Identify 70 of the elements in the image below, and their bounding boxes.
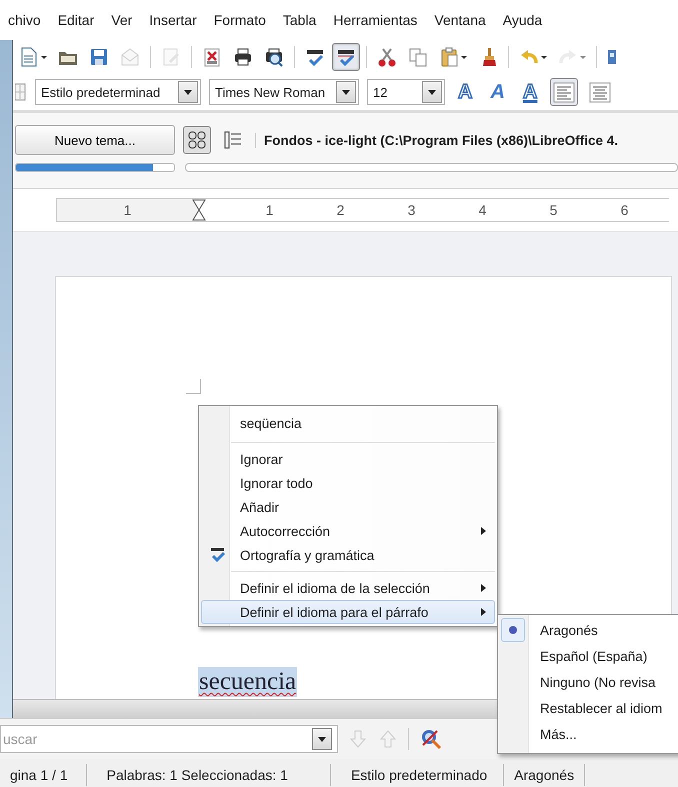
menu-item[interactable]: Ver xyxy=(103,12,142,28)
ruler-number: 3 xyxy=(406,202,416,218)
submenu-arrow-icon xyxy=(481,527,486,535)
status-text: Palabras: 1 Seleccionadas: 1 xyxy=(86,764,331,786)
dropdown-arrow-icon xyxy=(428,90,436,94)
new-theme-button[interactable]: Nuevo tema... xyxy=(15,125,175,155)
menu-item[interactable]: Añadir xyxy=(201,495,495,519)
format-button[interactable]: A xyxy=(453,80,478,104)
menu-item[interactable]: Español (España) xyxy=(498,643,678,669)
menu-item[interactable]: Ayuda xyxy=(494,12,552,28)
menu-item[interactable]: Ventana xyxy=(426,12,495,28)
dropdown-arrow-icon xyxy=(184,90,192,94)
dropdown-arrow-icon xyxy=(318,736,326,742)
ruler-number: 1 xyxy=(122,202,132,218)
menu-item[interactable]: seqüencia xyxy=(201,408,495,438)
icon-view-icon[interactable] xyxy=(186,129,208,151)
dropdown-button[interactable] xyxy=(336,81,356,103)
menu-item[interactable]: Ortografía y gramática xyxy=(201,543,495,567)
spellcheck-icon xyxy=(208,545,228,565)
menu-item[interactable]: Tabla xyxy=(274,12,326,28)
menu-item[interactable]: chivo xyxy=(0,12,50,28)
panel-icon[interactable] xyxy=(15,81,27,103)
menu-item[interactable]: Autocorrección xyxy=(201,519,495,543)
menu-item[interactable]: Aragonés xyxy=(498,617,678,643)
list-view-icon[interactable] xyxy=(222,129,244,151)
align-center-icon[interactable] xyxy=(589,81,612,103)
indent-marker-icon[interactable] xyxy=(192,199,206,221)
ruler-number: 1 xyxy=(264,202,274,218)
selected-word: secuencia xyxy=(198,667,298,697)
font-size-field[interactable]: 12 xyxy=(367,79,445,105)
format-button[interactable]: A xyxy=(518,80,542,104)
dropdown-button[interactable] xyxy=(422,81,442,103)
menu-item[interactable]: Más... xyxy=(498,721,678,747)
submenu-arrow-icon xyxy=(481,608,486,616)
context-menu[interactable]: seqüencia Ignorar Ignorar todo Añadir Autocorrección Ortografía y gramática Definir el idioma de la selección Definir el idioma para el párrafo xyxy=(198,405,498,627)
menu-item[interactable]: Ignorar todo xyxy=(201,471,495,495)
scissors-icon[interactable] xyxy=(376,46,398,68)
ruler-number: 5 xyxy=(548,202,558,218)
scroll-bar[interactable] xyxy=(185,163,678,172)
status-text: Estilo predeterminado xyxy=(330,764,504,786)
dropdown-button[interactable] xyxy=(178,81,198,103)
menu-item[interactable]: Insertar xyxy=(141,12,206,28)
menu-item[interactable]: Definir el idioma para el párrafo xyxy=(201,600,495,624)
submenu-arrow-icon xyxy=(481,584,486,592)
align-left-icon[interactable] xyxy=(553,81,576,103)
menu-item[interactable]: Editar xyxy=(50,12,104,28)
status-text: Aragonés xyxy=(504,764,586,786)
language-menu[interactable]: Aragonés Español (España) Ninguno (No revisa Restablecer al idiom Más... xyxy=(497,614,678,754)
printer-icon[interactable] xyxy=(232,46,254,68)
font-name-field[interactable]: Times New Roman xyxy=(209,79,359,105)
menu-item[interactable]: Restablecer al idiom xyxy=(498,695,678,721)
dropdown-arrow-icon xyxy=(342,90,350,94)
ruler-number: 6 xyxy=(620,202,630,218)
menu-item[interactable]: Ignorar xyxy=(201,447,495,471)
menu-item[interactable]: Ninguno (No revisa xyxy=(498,669,678,695)
menu-item[interactable]: Formato xyxy=(206,12,275,28)
print-preview-icon[interactable] xyxy=(263,46,285,68)
paragraph-style-field[interactable]: Estilo predeterminad xyxy=(35,79,201,105)
find-replace-icon[interactable] xyxy=(419,727,443,751)
format-button[interactable]: A xyxy=(485,80,510,104)
search-field[interactable]: uscar xyxy=(0,725,338,753)
save-icon[interactable] xyxy=(88,46,110,68)
status-text: gina 1 / 1 xyxy=(0,764,87,786)
ruler-number: 2 xyxy=(336,202,346,218)
menu-item[interactable]: Definir el idioma de la selección xyxy=(201,576,495,600)
copy-icon[interactable] xyxy=(407,46,429,68)
gallery-title: Fondos - ice-light (C:\Program Files (x86)\LibreOffice 4. xyxy=(255,132,618,148)
dropdown-button[interactable] xyxy=(312,728,332,750)
menu-item[interactable]: Herramientas xyxy=(325,12,426,28)
ruler-number: 4 xyxy=(478,202,488,218)
